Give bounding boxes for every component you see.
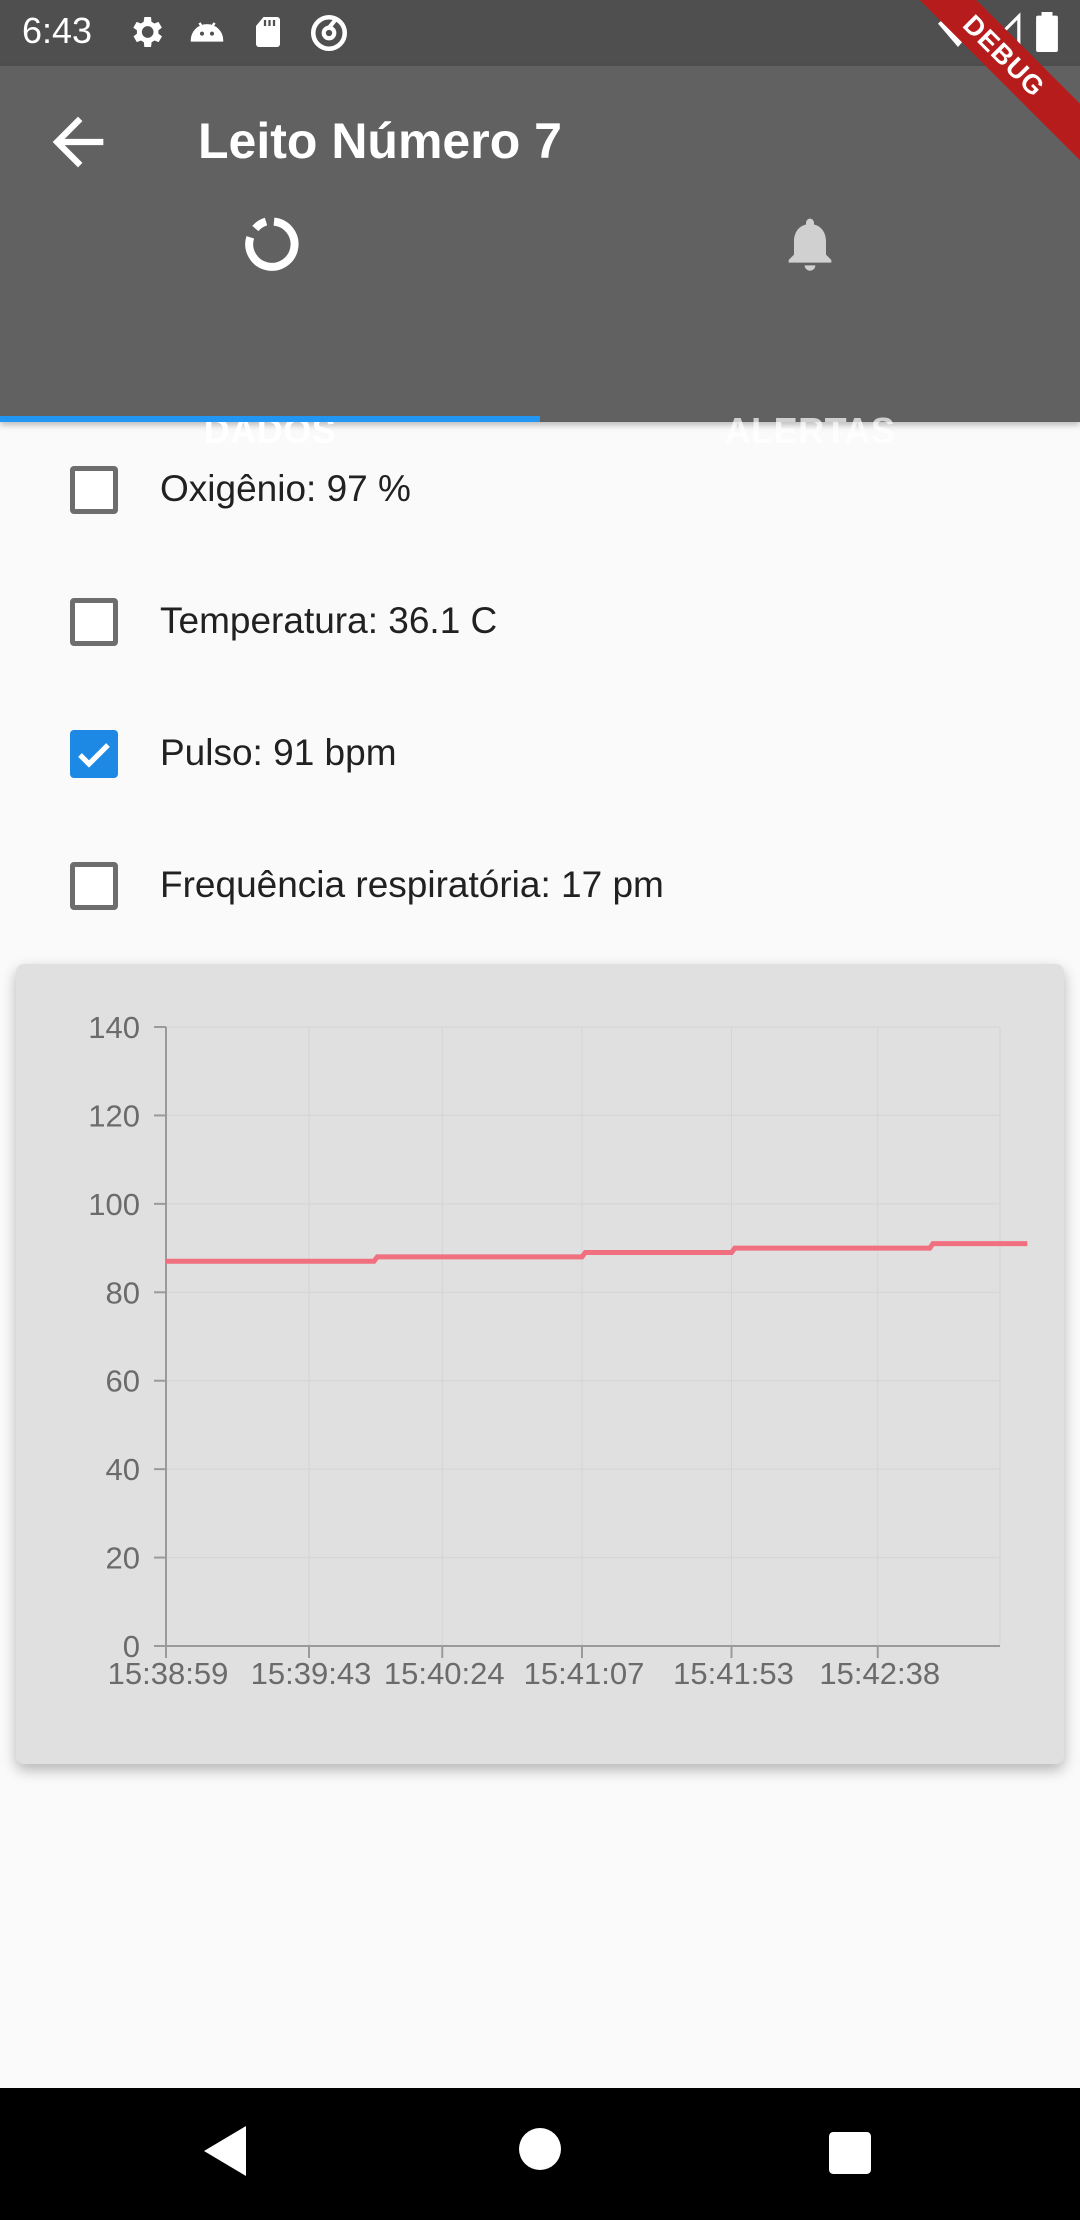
- reading-row-temperatura[interactable]: Temperatura: 36.1 C: [0, 572, 1080, 672]
- status-time: 6:43: [22, 10, 93, 51]
- x-tick-label: 15:41:53: [673, 1656, 794, 1691]
- app-bar: Leito Número 7 DADOS ALERTAS: [0, 66, 1080, 451]
- y-tick-label: 20: [106, 1541, 140, 1576]
- status-bar: 6:43: [0, 0, 1080, 66]
- y-tick-label: 60: [106, 1364, 140, 1399]
- x-tick-label: 15:40:24: [384, 1656, 505, 1691]
- x-tick-label: 15:42:38: [819, 1656, 940, 1691]
- tab-dados[interactable]: DADOS: [0, 217, 540, 451]
- bell-icon: [778, 212, 842, 281]
- checkbox-checked[interactable]: [70, 730, 118, 778]
- navigation-bar: [0, 2088, 1080, 2220]
- back-triangle-icon[interactable]: [204, 2126, 248, 2181]
- tab-alertas[interactable]: ALERTAS: [540, 218, 1080, 451]
- pulse-line-chart: 02040608010012014015:38:59 15:39:43 15:40:…: [88, 1010, 1028, 1691]
- recents-square-icon[interactable]: [829, 2132, 871, 2179]
- x-tick-label: 15:38:59: [108, 1656, 229, 1691]
- checkbox[interactable]: [70, 598, 118, 646]
- sync-icon: [308, 12, 350, 59]
- checkbox[interactable]: [70, 862, 118, 910]
- x-tick-label: 15:39:43: [251, 1656, 372, 1691]
- reading-label: Oxigênio: 97 %: [160, 468, 411, 509]
- chart-card: 0 20 40 60 80 100 120 140 15:38:59 15:39:43 15:40:…: [16, 964, 1064, 1764]
- series-line-pulso: [166, 1241, 1028, 1264]
- page-title: Leito Número 7: [198, 113, 562, 169]
- y-tick-label: 100: [88, 1187, 140, 1222]
- y-tick-label: 40: [106, 1452, 140, 1487]
- x-tick-label: 15:41:07: [524, 1656, 645, 1691]
- check-icon: [78, 743, 110, 768]
- back-button[interactable]: [40, 104, 116, 180]
- settings-icon: [126, 12, 166, 57]
- reading-label: Temperatura: 36.1 C: [160, 600, 498, 641]
- reading-row-frequencia[interactable]: Frequência respiratória: 17 pm: [0, 836, 1080, 936]
- arrow-back-icon: [52, 116, 104, 168]
- reading-row-pulso[interactable]: Pulso: 91 bpm: [0, 704, 1080, 804]
- y-tick-label: 120: [88, 1098, 140, 1133]
- reading-label: Frequência respiratória: 17 pm: [160, 864, 664, 905]
- android-icon: [186, 12, 228, 57]
- battery-icon: [1036, 12, 1058, 57]
- home-circle-icon[interactable]: [519, 2128, 561, 2175]
- reading-row-oxigenio[interactable]: Oxigênio: 97 %: [0, 440, 1080, 540]
- checkbox[interactable]: [70, 466, 118, 514]
- y-tick-label: 80: [106, 1275, 140, 1310]
- reading-label: Pulso: 91 bpm: [160, 732, 397, 773]
- tab-indicator: [0, 416, 540, 422]
- sd-card-icon: [250, 12, 286, 57]
- progress-circle-icon: [238, 212, 302, 281]
- y-tick-label: 140: [88, 1010, 140, 1045]
